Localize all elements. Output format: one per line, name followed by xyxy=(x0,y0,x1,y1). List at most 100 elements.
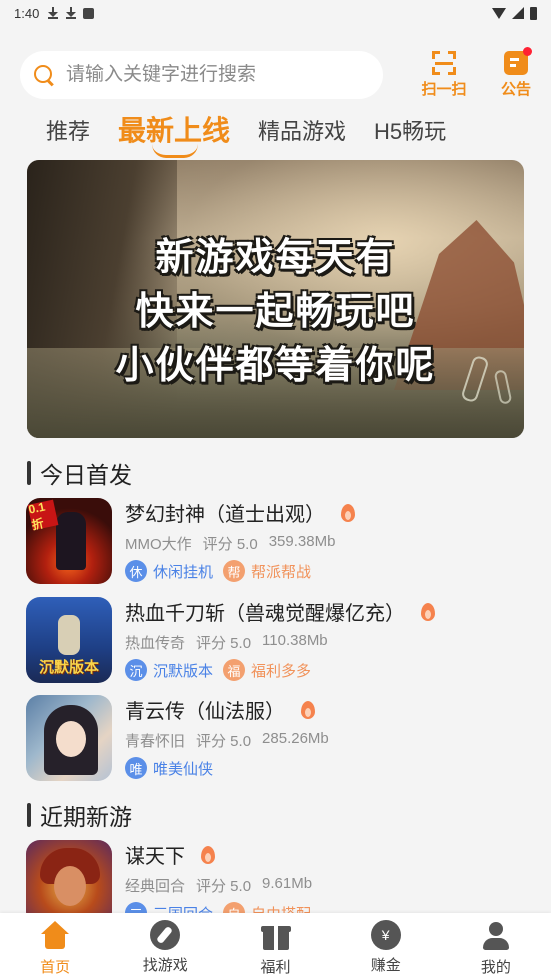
game-cover[interactable]: 0.1折 xyxy=(26,498,112,584)
scan-icon xyxy=(432,51,456,75)
game-tag: 休休闲挂机 xyxy=(125,560,213,582)
game-tag: 唯唯美仙侠 xyxy=(125,757,213,779)
game-size: 359.38Mb xyxy=(268,533,336,550)
section-bar xyxy=(27,803,31,827)
download-icon xyxy=(47,7,59,19)
scan-label: 扫一扫 xyxy=(421,81,467,98)
banner-line: 新游戏每天有 xyxy=(155,235,396,279)
game-category: MMO大作 xyxy=(125,536,192,553)
user-icon xyxy=(480,920,512,952)
download-icon xyxy=(65,7,77,19)
tag-badge: 休 xyxy=(125,560,147,582)
tab-recommend[interactable]: 推荐 xyxy=(46,106,90,146)
nav-label: 找游戏 xyxy=(142,957,188,974)
tab-label: 精品游戏 xyxy=(258,119,347,144)
bottom-nav: 首页 找游戏 福利 ¥ 赚金 我的 xyxy=(0,913,551,979)
game-category: 热血传奇 xyxy=(125,635,186,652)
banner-line: 小伙伴都等着你呢 xyxy=(115,343,436,387)
scan-button[interactable]: 扫一扫 xyxy=(420,50,468,100)
search-input[interactable] xyxy=(66,64,346,86)
signal-icon xyxy=(512,7,524,19)
promo-banner[interactable]: 新游戏每天有 快来一起畅玩吧 小伙伴都等着你呢 xyxy=(27,160,524,438)
game-item[interactable]: 青云传（仙法服） 青春怀旧 评分 5.0 285.26Mb 唯唯美仙侠 xyxy=(26,695,526,783)
unread-dot xyxy=(523,47,532,56)
nav-label: 我的 xyxy=(480,959,511,976)
section-bar xyxy=(27,461,31,485)
nav-home[interactable]: 首页 xyxy=(0,913,110,979)
game-tag: 福福利多多 xyxy=(223,659,311,681)
tab-label: 最新上线 xyxy=(118,115,231,146)
hot-flame-icon xyxy=(301,700,315,719)
search-icon xyxy=(34,65,54,85)
tag-badge: 唯 xyxy=(125,757,147,779)
cover-label: 沉默版本 xyxy=(38,658,99,676)
tab-label: 推荐 xyxy=(46,119,91,144)
app-notification-icon xyxy=(83,7,95,19)
hot-flame-icon xyxy=(201,845,215,864)
status-bar: 1:40 xyxy=(0,0,551,26)
game-tag: 沉沉默版本 xyxy=(125,659,213,681)
game-rating: 评分 5.0 xyxy=(196,878,252,895)
nav-label: 福利 xyxy=(260,959,291,976)
wifi-icon xyxy=(492,7,506,19)
game-name: 青云传（仙法服） xyxy=(125,701,285,723)
nav-earn[interactable]: ¥ 赚金 xyxy=(331,913,441,979)
game-size: 110.38Mb xyxy=(262,632,328,649)
cover-label: 0.1折 xyxy=(27,499,59,532)
active-tab-indicator xyxy=(152,144,199,158)
game-rating: 评分 5.0 xyxy=(196,733,252,750)
banner-text: 新游戏每天有 快来一起畅玩吧 小伙伴都等着你呢 xyxy=(27,230,524,392)
game-size: 285.26Mb xyxy=(262,730,329,747)
banner-line: 快来一起畅玩吧 xyxy=(135,289,416,333)
money-icon: ¥ xyxy=(370,920,401,950)
game-meta: MMO大作 评分 5.0 359.38Mb xyxy=(125,533,525,554)
tab-h5[interactable]: H5畅玩 xyxy=(374,106,446,146)
game-meta: 热血传奇 评分 5.0 110.38Mb xyxy=(125,632,525,653)
nav-welfare[interactable]: 福利 xyxy=(220,913,330,979)
tag-text: 休闲挂机 xyxy=(153,563,214,581)
game-category: 经典回合 xyxy=(125,878,186,895)
nav-label: 首页 xyxy=(40,959,71,976)
section-title: 今日首发 xyxy=(40,462,132,488)
section-header-today: 今日首发 xyxy=(27,456,132,490)
tab-newest[interactable]: 最新上线 xyxy=(118,106,231,158)
tag-text: 帮派帮战 xyxy=(251,563,312,581)
tag-text: 沉默版本 xyxy=(153,662,214,680)
nav-mine[interactable]: 我的 xyxy=(441,913,551,979)
game-tags: 休休闲挂机 帮帮派帮战 xyxy=(125,560,525,582)
game-name: 梦幻封神（道士出观） xyxy=(125,504,325,526)
tab-featured[interactable]: 精品游戏 xyxy=(258,106,346,146)
game-meta: 青春怀旧 评分 5.0 285.26Mb xyxy=(125,730,525,751)
compass-icon xyxy=(150,920,181,950)
notice-icon xyxy=(504,47,532,75)
nav-label: 赚金 xyxy=(370,957,401,974)
tag-badge: 沉 xyxy=(125,659,147,681)
category-tabs: 推荐 最新上线 精品游戏 H5畅玩 xyxy=(46,106,516,158)
game-cover[interactable]: 沉默版本 xyxy=(26,597,112,683)
gift-icon xyxy=(260,920,292,952)
section-title: 近期新游 xyxy=(40,804,132,830)
tag-text: 唯美仙侠 xyxy=(153,760,214,778)
tab-label: H5畅玩 xyxy=(374,119,447,144)
search-row: 扫一扫 公告 xyxy=(20,47,536,100)
tag-badge: 帮 xyxy=(223,560,246,582)
hot-flame-icon xyxy=(421,602,435,621)
game-tags: 沉沉默版本 福福利多多 xyxy=(125,659,525,681)
tag-badge: 福 xyxy=(223,659,246,681)
game-meta: 经典回合 评分 5.0 9.61Mb xyxy=(125,875,525,896)
game-item[interactable]: 沉默版本 热血千刀斩（兽魂觉醒爆亿充） 热血传奇 评分 5.0 110.38Mb… xyxy=(26,597,526,685)
search-box[interactable] xyxy=(20,51,383,99)
game-cover[interactable] xyxy=(26,695,112,781)
game-rating: 评分 5.0 xyxy=(196,635,252,652)
game-name: 热血千刀斩（兽魂觉醒爆亿充） xyxy=(125,603,405,625)
battery-icon xyxy=(530,6,537,20)
tag-text: 福利多多 xyxy=(251,662,312,680)
notice-label: 公告 xyxy=(500,81,531,98)
game-name: 谋天下 xyxy=(125,846,185,868)
status-time: 1:40 xyxy=(14,5,40,21)
home-icon xyxy=(39,920,71,952)
game-item[interactable]: 0.1折 梦幻封神（道士出观） MMO大作 评分 5.0 359.38Mb 休休… xyxy=(26,498,526,586)
nav-find-games[interactable]: 找游戏 xyxy=(110,913,220,979)
notice-button[interactable]: 公告 xyxy=(496,47,536,100)
game-size: 9.61Mb xyxy=(262,875,313,892)
